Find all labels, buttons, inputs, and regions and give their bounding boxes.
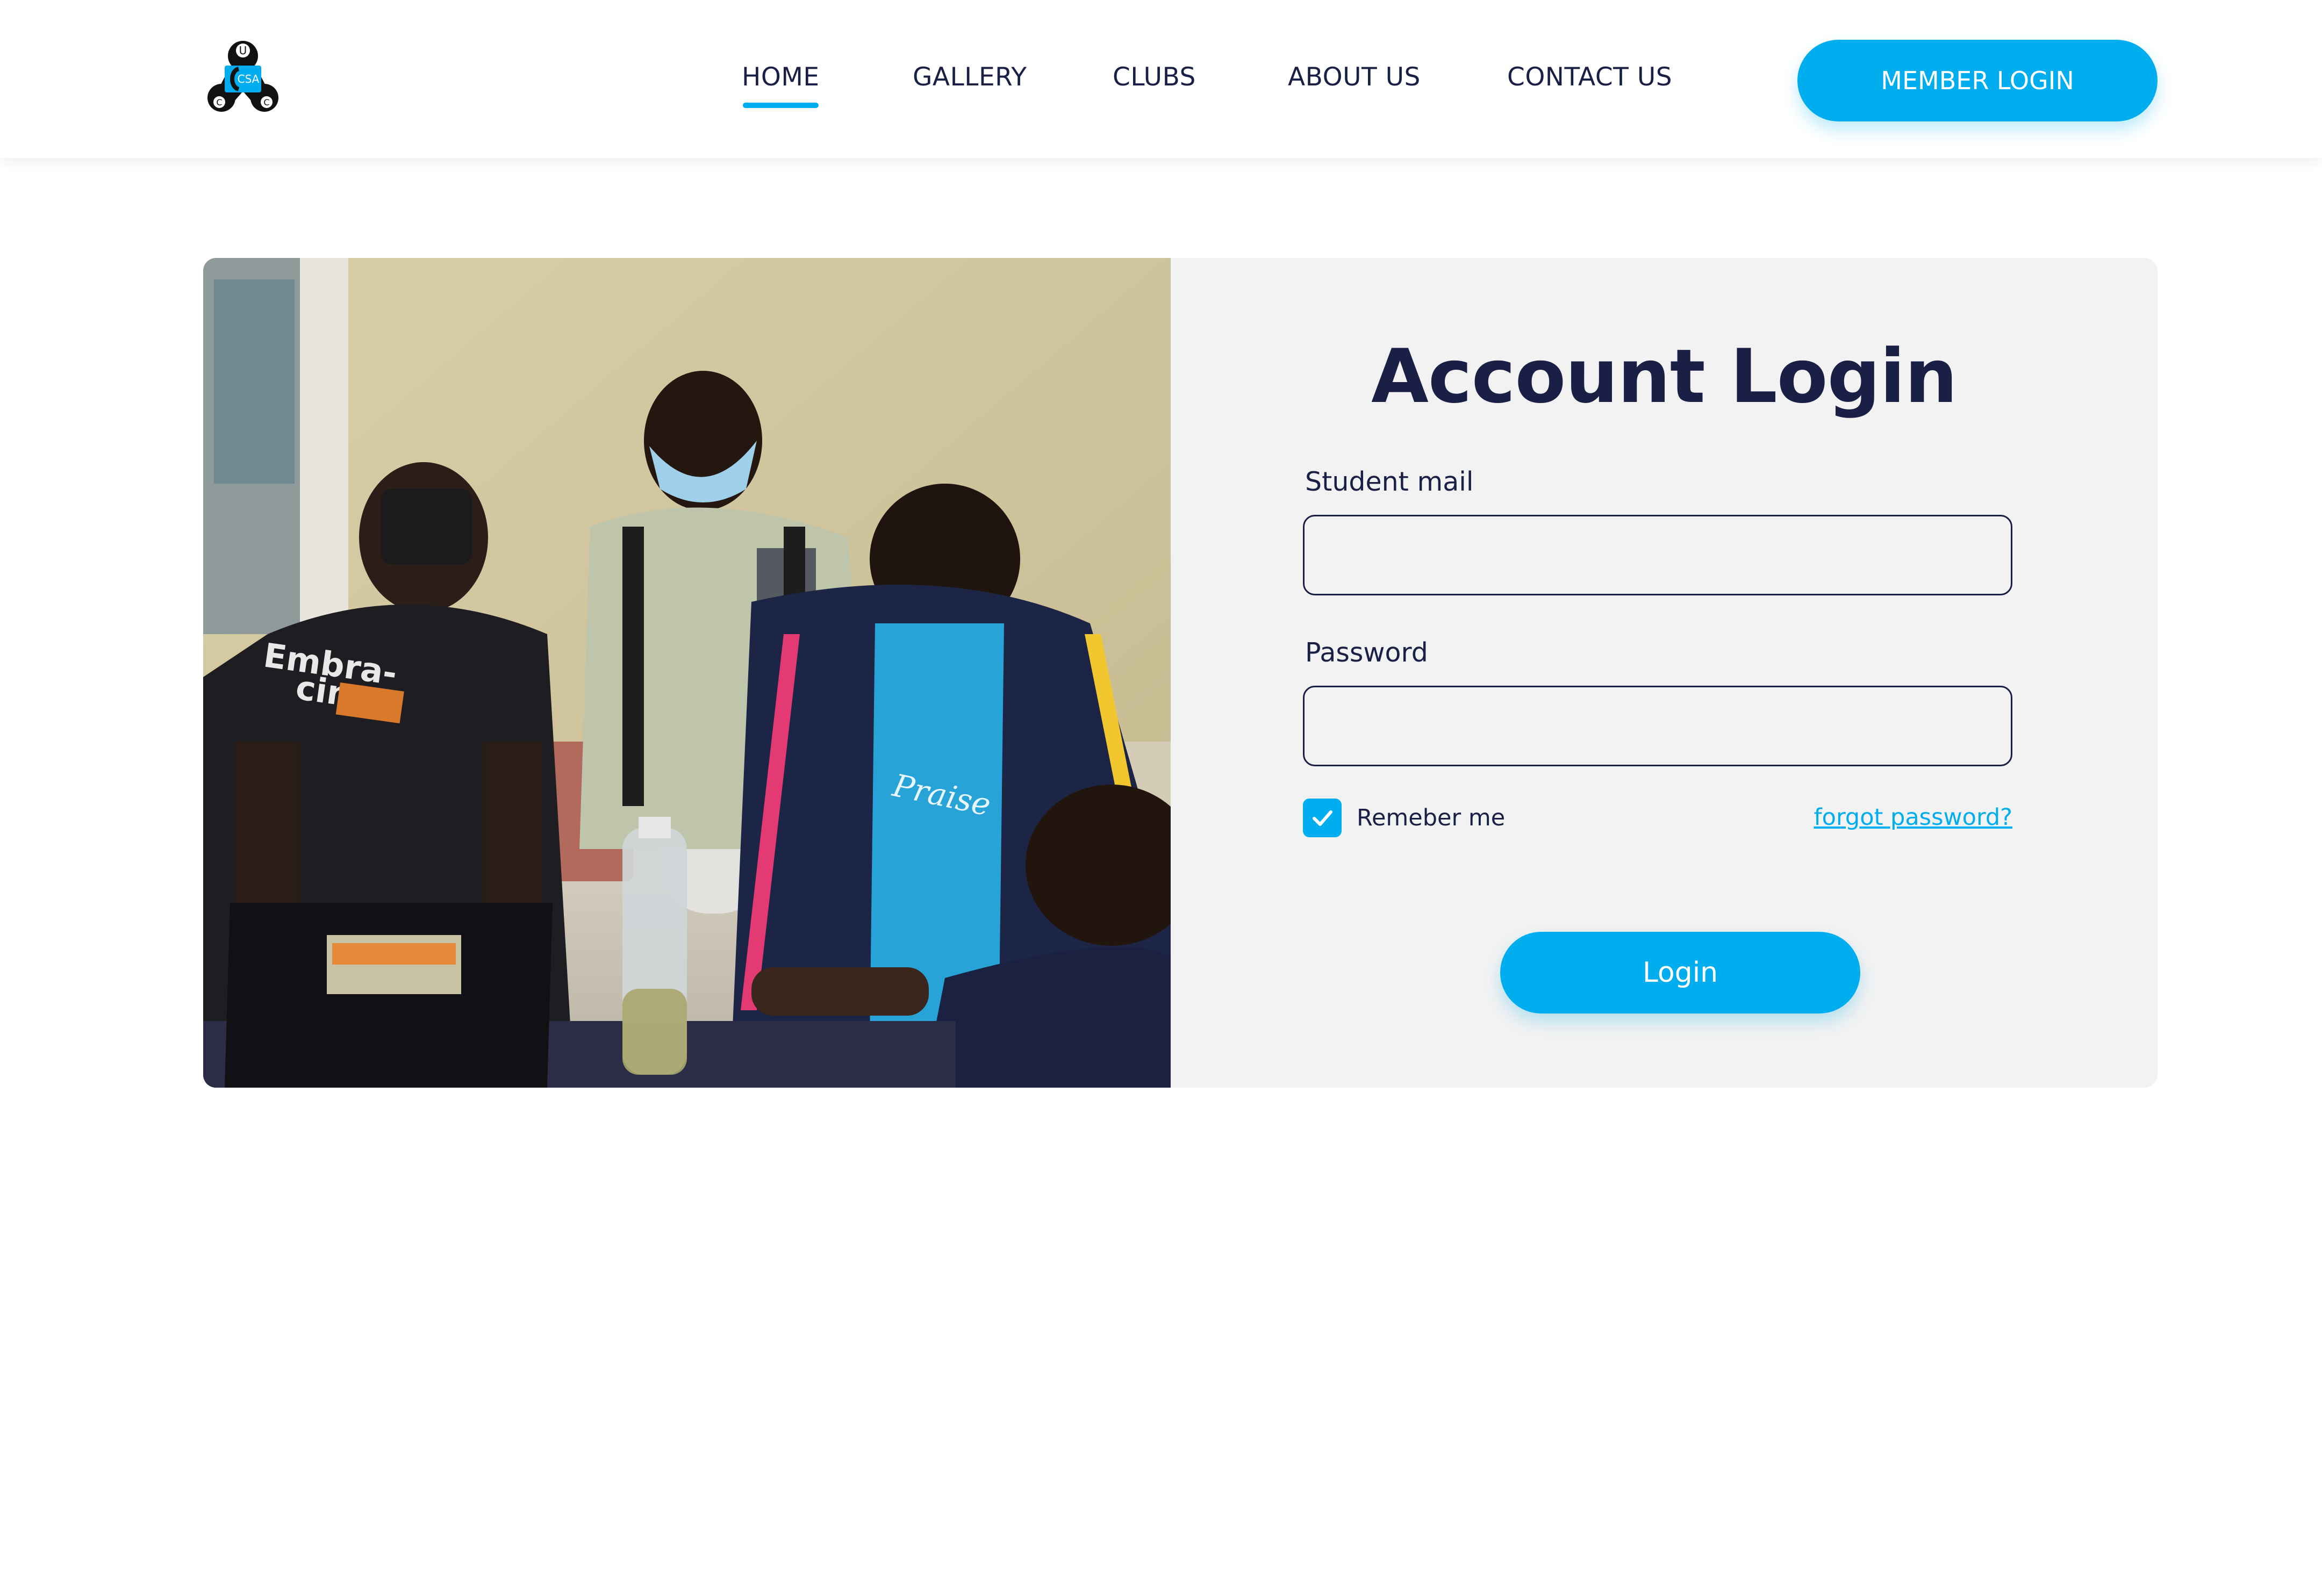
ucc-cssa-logo-icon: U C C CSA xyxy=(207,41,278,112)
login-form: Account Login Student mail Password Reme… xyxy=(1171,258,2158,1088)
password-input[interactable] xyxy=(1303,686,2012,766)
site-logo[interactable]: U C C CSA xyxy=(206,40,280,117)
login-button[interactable]: Login xyxy=(1500,932,1860,1013)
logo-letter-csa: CSA xyxy=(238,73,260,85)
forgot-password-link[interactable]: forgot password? xyxy=(1814,804,2012,831)
nav-about-us[interactable]: ABOUT US xyxy=(1288,62,1421,92)
site-header: U C C CSA HOME GALLERY CLUBS ABOUT US CO… xyxy=(0,0,2322,158)
password-label: Password xyxy=(1305,637,1428,668)
logo-letter-u: U xyxy=(239,44,247,57)
page-title: Account Login xyxy=(1371,333,1958,420)
remember-me-control[interactable]: Remeber me xyxy=(1303,799,1505,837)
member-login-button[interactable]: MEMBER LOGIN xyxy=(1797,40,2158,121)
nav-gallery[interactable]: GALLERY xyxy=(913,62,1027,92)
logo-letter-c2: C xyxy=(263,97,269,107)
student-mail-input[interactable] xyxy=(1303,515,2012,595)
remember-me-checkbox[interactable] xyxy=(1303,799,1342,837)
nav-home[interactable]: HOME xyxy=(742,62,820,108)
logo-letter-c1: C xyxy=(216,97,222,107)
checkmark-icon xyxy=(1313,810,1332,826)
students-at-laptop-photo-icon: Embra- cing Praise xyxy=(203,258,1171,1088)
student-mail-label: Student mail xyxy=(1305,466,1474,497)
remember-me-label: Remeber me xyxy=(1357,804,1506,831)
nav-contact-us[interactable]: CONTACT US xyxy=(1507,62,1672,92)
students-photo: Embra- cing Praise xyxy=(203,258,1171,1088)
login-card: Embra- cing Praise Account Login Student… xyxy=(203,258,2158,1088)
nav-clubs[interactable]: CLUBS xyxy=(1113,62,1196,92)
